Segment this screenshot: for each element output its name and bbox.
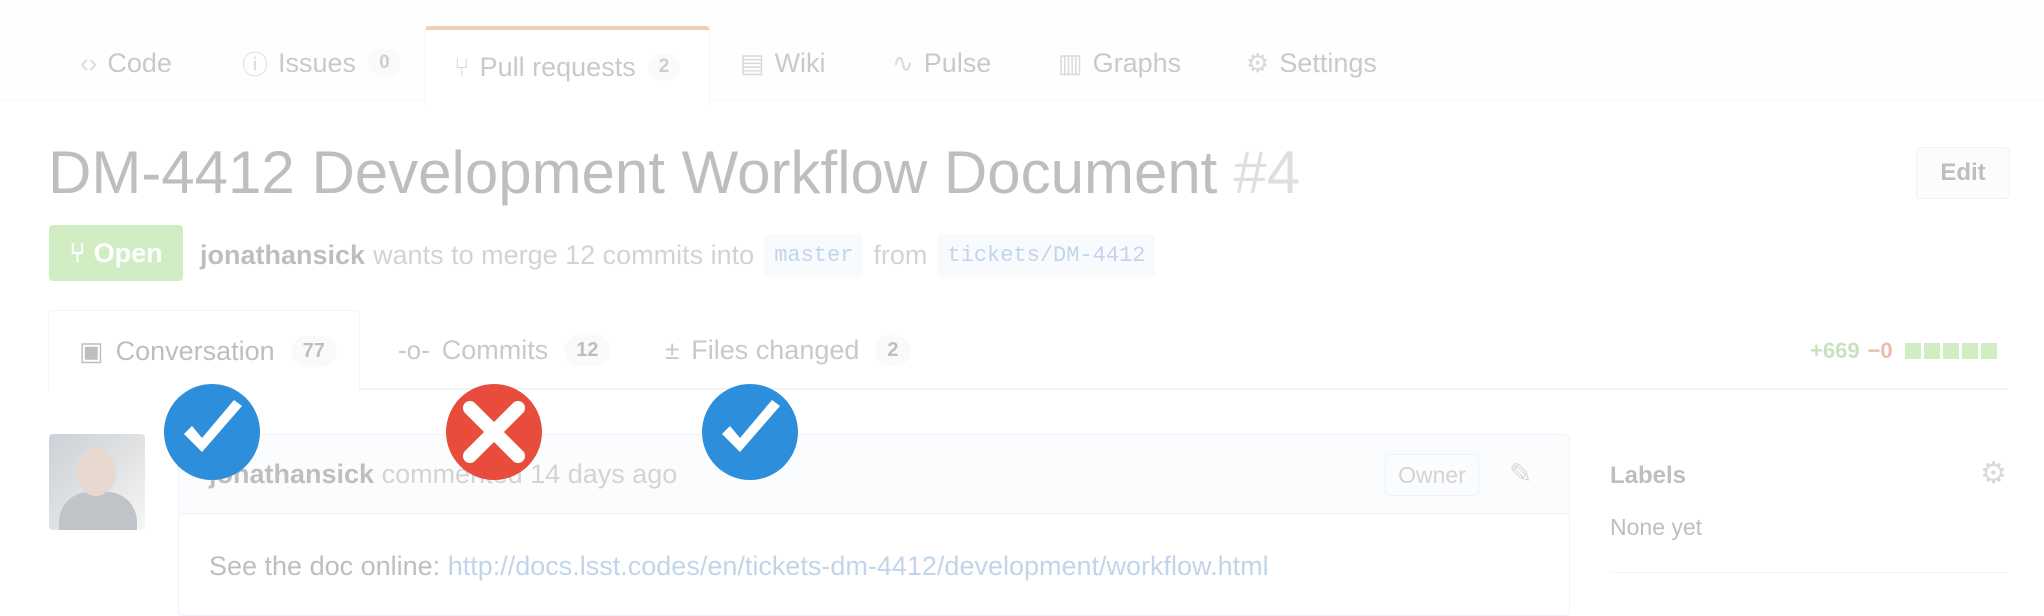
doc-link[interactable]: http://docs.lsst.codes/en/tickets-dm-441… <box>448 551 1269 581</box>
pr-tabs: ▣ Conversation 77 -o- Commits 12 ± Files… <box>0 310 2044 391</box>
pr-title: DM-4412 Development Workflow Document #4 <box>48 138 1300 207</box>
diffstat-block <box>1923 343 1940 359</box>
state-label: Open <box>93 237 163 268</box>
sidebar-divider <box>1610 572 2008 573</box>
labels-value: None yet <box>1610 514 1703 540</box>
labels-title: Labels <box>1610 462 1687 489</box>
tab-code-label: Code <box>107 47 172 78</box>
tab-settings[interactable]: ⚙ Settings <box>1246 26 1377 100</box>
avatar[interactable] <box>49 434 145 530</box>
repo-nav: ‹› Code ⓘ Issues 0 ⑂ Pull requests 2 ▤ W… <box>0 0 2044 105</box>
diffstat-block <box>1980 343 1997 359</box>
comment-body-prefix: See the doc online: <box>209 551 441 581</box>
pr-meta: jonathansick wants to merge 12 commits i… <box>200 234 1165 277</box>
tab-pulse[interactable]: ∿ Pulse <box>892 26 991 100</box>
diffstat-additions: +669 <box>1810 338 1860 363</box>
comment: jonathansick commented 14 days ago Owner… <box>178 434 1570 616</box>
issue-icon: ⓘ <box>242 49 269 80</box>
tab-files-changed-label: Files changed <box>691 334 860 365</box>
check-icon <box>702 384 798 480</box>
file-diff-icon: ± <box>665 334 680 365</box>
comment-body: See the doc online: http://docs.lsst.cod… <box>209 551 1269 582</box>
code-icon: ‹› <box>80 47 98 78</box>
diffstat-blocks <box>1904 343 1997 359</box>
author-link[interactable]: jonathansick <box>200 240 365 271</box>
pr-title-text: DM-4412 Development Workflow Document <box>48 139 1218 206</box>
tab-pulse-label: Pulse <box>923 47 992 78</box>
conversation-count: 77 <box>290 335 337 367</box>
cross-icon <box>446 384 542 480</box>
avatar-body <box>59 492 137 530</box>
check-icon <box>164 384 260 480</box>
tab-files-changed[interactable]: ± Files changed 2 <box>665 310 911 390</box>
tab-wiki[interactable]: ▤ Wiki <box>740 26 826 100</box>
tab-conversation-label: Conversation <box>115 335 275 366</box>
diffstat-block <box>1942 343 1959 359</box>
files-changed-count: 2 <box>875 334 911 366</box>
edit-button[interactable]: Edit <box>1916 147 2010 199</box>
tab-conversation[interactable]: ▣ Conversation 77 <box>48 310 360 391</box>
pull-requests-count: 2 <box>647 53 681 81</box>
head-branch[interactable]: tickets/DM-4412 <box>937 234 1156 277</box>
meta-text: wants to merge 12 commits into <box>373 240 755 270</box>
gear-icon[interactable]: ⚙ <box>1980 456 2007 491</box>
tab-code[interactable]: ‹› Code <box>80 26 172 100</box>
comment-time[interactable]: 14 days ago <box>530 459 677 489</box>
tab-graphs[interactable]: ▥ Graphs <box>1058 26 1181 100</box>
commits-count: 12 <box>564 334 611 366</box>
wiki-icon: ▤ <box>740 47 765 78</box>
owner-badge: Owner <box>1385 454 1479 496</box>
gear-icon: ⚙ <box>1246 47 1270 78</box>
tab-issues-label: Issues <box>278 47 357 78</box>
from-text: from <box>873 240 928 270</box>
pull-request-icon: ⑂ <box>69 237 86 268</box>
diffstat-deletions: −0 <box>1867 338 1893 363</box>
tab-wiki-label: Wiki <box>774 47 826 78</box>
pencil-icon[interactable]: ✎ <box>1509 457 1532 490</box>
pull-request-icon: ⑂ <box>454 51 470 82</box>
diffstat: +669 −0 <box>1810 338 1997 364</box>
tab-commits-label: Commits <box>441 334 549 365</box>
pulse-icon: ∿ <box>892 47 914 78</box>
tab-commits[interactable]: -o- Commits 12 <box>398 310 611 390</box>
tab-issues[interactable]: ⓘ Issues 0 <box>242 26 401 100</box>
tab-pull-requests-label: Pull requests <box>479 51 636 82</box>
commit-icon: -o- <box>398 334 430 365</box>
tab-settings-label: Settings <box>1279 47 1377 78</box>
base-branch[interactable]: master <box>764 234 864 277</box>
tab-pull-requests[interactable]: ⑂ Pull requests 2 <box>425 26 710 105</box>
comment-header: jonathansick commented 14 days ago Owner… <box>179 435 1569 514</box>
graph-icon: ▥ <box>1058 47 1083 78</box>
diffstat-block <box>1961 343 1978 359</box>
comment-icon: ▣ <box>79 335 104 366</box>
diffstat-block <box>1904 343 1921 359</box>
comment-meta: jonathansick commented 14 days ago <box>209 459 677 490</box>
issues-count: 0 <box>368 49 401 77</box>
avatar-head <box>76 448 116 496</box>
tab-graphs-label: Graphs <box>1092 47 1182 78</box>
pr-number: #4 <box>1233 139 1301 206</box>
state-badge: ⑂ Open <box>49 225 183 281</box>
